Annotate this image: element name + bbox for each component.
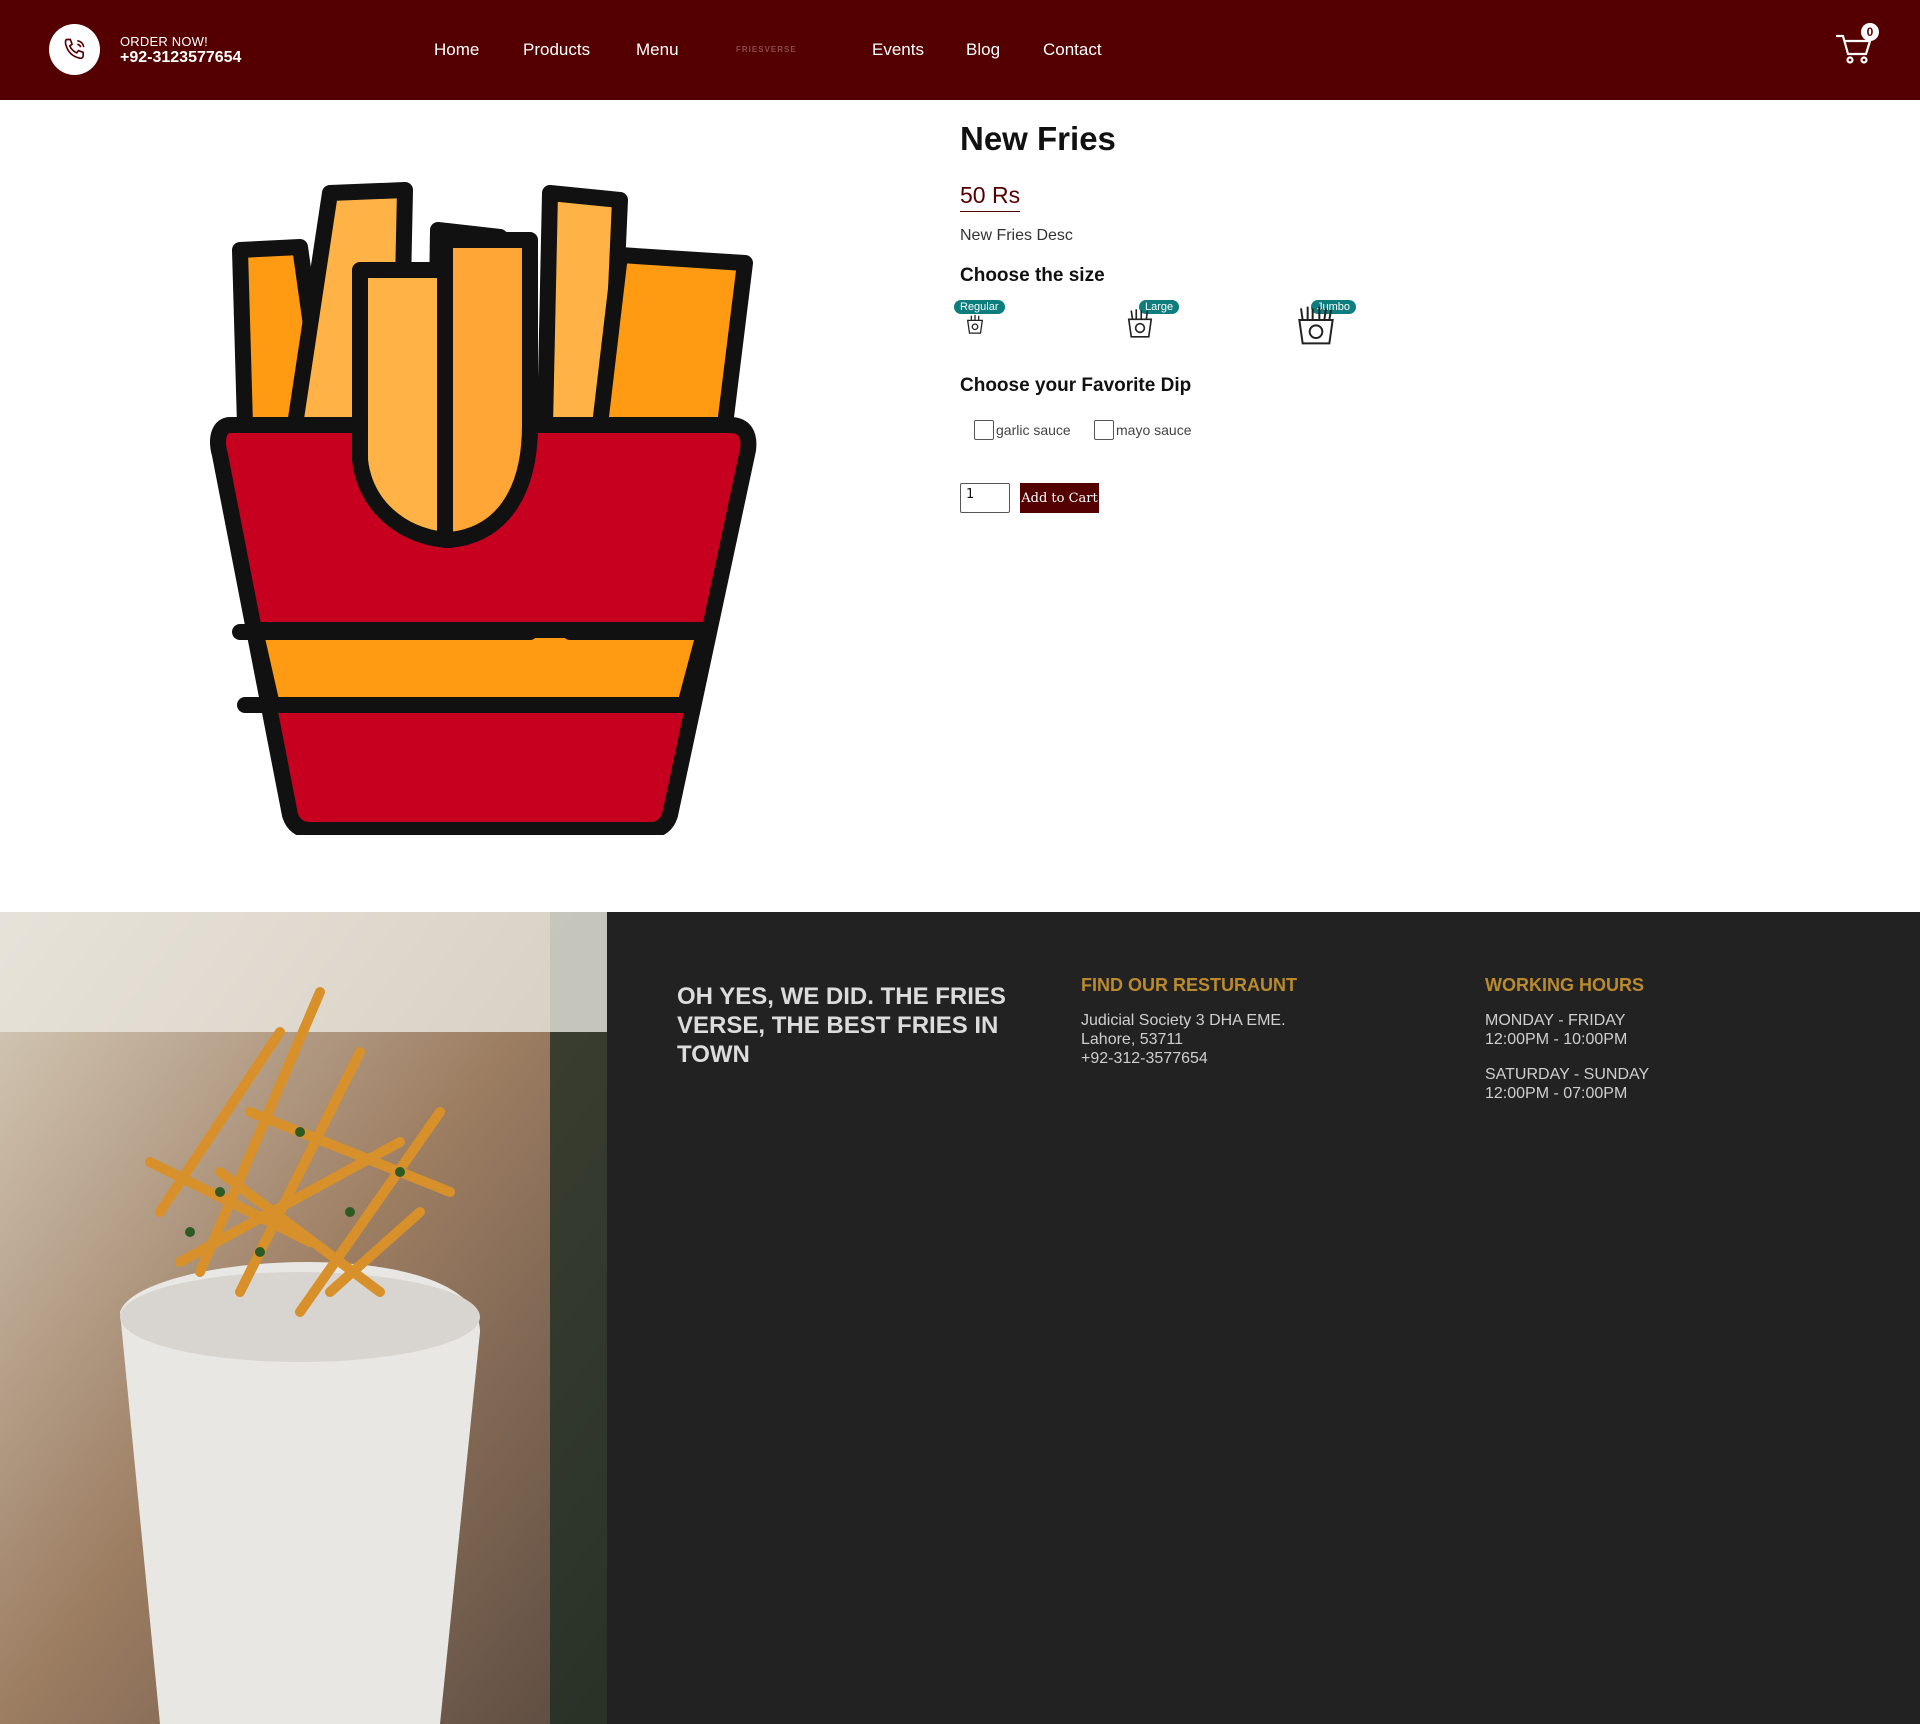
dip-option-garlic[interactable]: garlic sauce [974, 420, 1071, 440]
nav-contact[interactable]: Contact [1043, 40, 1102, 60]
find-restaurant-heading: FIND OUR RESTURAUNT [1081, 975, 1297, 995]
mayo-sauce-checkbox[interactable] [1094, 420, 1114, 440]
working-hours-heading: WORKING HOURS [1485, 975, 1644, 995]
fries-illustration [200, 175, 760, 838]
size-option-large[interactable]: Large [1122, 300, 1192, 360]
product-description: New Fries Desc [960, 227, 1073, 244]
dip-section-label: Choose your Favorite Dip [960, 375, 1192, 396]
garlic-sauce-checkbox[interactable] [974, 420, 994, 440]
fries-size-icon [1298, 306, 1334, 345]
nav-events[interactable]: Events [872, 40, 924, 60]
add-to-cart-button[interactable]: Add to Cart [1020, 483, 1099, 513]
site-logo[interactable]: FRIESVERSE [736, 45, 797, 54]
size-option-jumbo[interactable]: Jumbo [1296, 300, 1366, 360]
fries-photo [0, 912, 607, 1724]
order-now-label: ORDER NOW! [120, 34, 208, 49]
size-badge-regular: Regular [954, 300, 1005, 314]
footer-tagline: OH YES, WE DID. THE FRIES VERSE, THE BES… [677, 983, 1006, 1068]
address-line-1: Judicial Society 3 DHA EME. [1081, 1012, 1286, 1029]
size-section-label: Choose the size [960, 265, 1105, 286]
mayo-sauce-label: mayo sauce [1116, 422, 1192, 438]
product-title: New Fries [960, 120, 1116, 157]
weekend-days: SATURDAY - SUNDAY [1485, 1066, 1650, 1083]
order-phone-number[interactable]: +92-3123577654 [120, 49, 241, 67]
quantity-input[interactable]: 1 [960, 483, 1010, 513]
weekday-hours: 12:00PM - 10:00PM [1485, 1031, 1628, 1048]
address-line-2: Lahore, 53711 [1081, 1031, 1184, 1048]
cart-count-badge: 0 [1861, 23, 1879, 41]
weekday-days: MONDAY - FRIDAY [1485, 1012, 1626, 1029]
fries-size-icon [966, 314, 984, 334]
dip-option-mayo[interactable]: mayo sauce [1094, 420, 1191, 440]
size-option-regular[interactable]: Regular [952, 300, 1022, 360]
nav-menu[interactable]: Menu [636, 40, 679, 60]
garlic-sauce-label: garlic sauce [996, 422, 1071, 438]
product-price: 50 Rs [960, 182, 1021, 212]
nav-home[interactable]: Home [434, 40, 479, 60]
weekend-hours: 12:00PM - 07:00PM [1485, 1085, 1628, 1102]
site-header: ORDER NOW! +92-3123577654 Home Products … [0, 0, 1920, 100]
fries-size-icon [1127, 309, 1153, 338]
phone-icon[interactable] [49, 24, 100, 75]
nav-blog[interactable]: Blog [966, 40, 1000, 60]
footer-phone[interactable]: +92-312-3577654 [1081, 1049, 1208, 1068]
nav-products[interactable]: Products [523, 40, 590, 60]
